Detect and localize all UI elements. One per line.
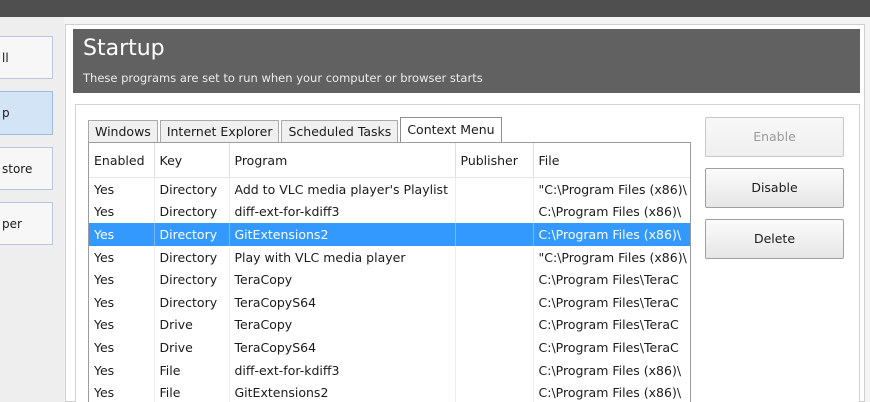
sidebar-item-4[interactable]: per bbox=[0, 202, 53, 245]
cell-file: "C:\Program Files (x86)\ bbox=[533, 177, 690, 201]
cell-publisher bbox=[455, 381, 534, 402]
tab-context-menu[interactable]: Context Menu bbox=[400, 117, 502, 143]
page-header: Startup These programs are set to run wh… bbox=[73, 29, 860, 93]
column-header-file[interactable]: File bbox=[533, 143, 690, 178]
tab-windows[interactable]: Windows bbox=[88, 120, 158, 142]
cell-enabled: Yes bbox=[89, 223, 155, 246]
cell-publisher bbox=[455, 177, 534, 201]
tab-internet-explorer[interactable]: Internet Explorer bbox=[159, 120, 280, 142]
disable-button[interactable]: Disable bbox=[705, 168, 844, 208]
cell-publisher bbox=[455, 200, 534, 224]
cell-program: TeraCopyS64 bbox=[229, 290, 456, 314]
sidebar-item-label: per bbox=[2, 216, 22, 231]
cell-key: File bbox=[154, 381, 230, 402]
cell-key: Directory bbox=[154, 177, 230, 201]
cell-file: C:\Program Files (x86)\ bbox=[533, 358, 690, 382]
cell-publisher bbox=[455, 223, 534, 246]
cell-publisher bbox=[455, 313, 534, 337]
table-row[interactable]: Yes Directory TeraCopy C:\Program Files\Ter… bbox=[89, 268, 690, 291]
cell-program: TeraCopy bbox=[229, 268, 456, 291]
cell-enabled: Yes bbox=[89, 358, 155, 382]
cell-enabled: Yes bbox=[89, 290, 155, 314]
cell-enabled: Yes bbox=[89, 336, 155, 359]
delete-button[interactable]: Delete bbox=[705, 219, 844, 259]
cell-program: GitExtensions2 bbox=[229, 381, 456, 402]
cell-enabled: Yes bbox=[89, 245, 155, 269]
sidebar-item-label: p bbox=[2, 106, 10, 120]
context-menu-table[interactable]: Enabled Key Program Publisher File Yes Di… bbox=[88, 142, 691, 402]
cell-publisher bbox=[455, 268, 534, 291]
table-header-row: Enabled Key Program Publisher File bbox=[89, 143, 690, 178]
enable-button[interactable]: Enable bbox=[705, 117, 844, 157]
column-header-publisher[interactable]: Publisher bbox=[455, 143, 534, 178]
cell-program: diff-ext-for-kdiff3 bbox=[229, 200, 456, 224]
cell-enabled: Yes bbox=[89, 268, 155, 291]
cell-file: C:\Program Files (x86)\ bbox=[533, 381, 690, 402]
cell-publisher bbox=[455, 336, 534, 359]
cell-enabled: Yes bbox=[89, 200, 155, 224]
sidebar-item-startup[interactable]: p bbox=[0, 91, 53, 135]
cell-file: C:\Program Files\TeraC bbox=[533, 336, 690, 359]
table-row[interactable]: Yes Directory Play with VLC media player "C… bbox=[89, 245, 690, 269]
page-title: Startup bbox=[83, 36, 165, 61]
tab-strip: Windows Internet Explorer Scheduled Task… bbox=[88, 116, 504, 143]
window-title-bar bbox=[0, 0, 870, 17]
cell-file: "C:\Program Files (x86)\ bbox=[533, 245, 690, 269]
sidebar-item-3[interactable]: store bbox=[0, 147, 53, 190]
table-row[interactable]: Yes Drive TeraCopy C:\Program Files\TeraC bbox=[89, 313, 690, 337]
cell-key: Directory bbox=[154, 245, 230, 269]
table-row[interactable]: Yes File GitExtensions2 C:\Program Files (x… bbox=[89, 381, 690, 402]
cell-file: C:\Program Files (x86)\ bbox=[533, 200, 690, 224]
sidebar-item-1[interactable]: ll bbox=[0, 36, 53, 79]
cell-enabled: Yes bbox=[89, 177, 155, 201]
cell-publisher bbox=[455, 290, 534, 314]
tab-scheduled-tasks[interactable]: Scheduled Tasks bbox=[281, 120, 399, 142]
cell-publisher bbox=[455, 358, 534, 382]
table-row[interactable]: Yes Directory diff-ext-for-kdiff3 C:\Progra… bbox=[89, 200, 690, 224]
table-row[interactable]: Yes File diff-ext-for-kdiff3 C:\Program Fil… bbox=[89, 358, 690, 382]
table-row[interactable]: Yes Directory Add to VLC media player's Pl… bbox=[89, 177, 690, 201]
cell-program: Play with VLC media player bbox=[229, 245, 456, 269]
cell-program: TeraCopy bbox=[229, 313, 456, 337]
cell-program: Add to VLC media player's Playlist bbox=[229, 177, 456, 201]
cell-key: Drive bbox=[154, 313, 230, 337]
cell-program: TeraCopyS64 bbox=[229, 336, 456, 359]
table-row[interactable]: Yes Directory GitExtensions2 C:\Program Fil… bbox=[89, 223, 690, 246]
cell-enabled: Yes bbox=[89, 313, 155, 337]
cell-key: Drive bbox=[154, 336, 230, 359]
cell-file: C:\Program Files\TeraC bbox=[533, 290, 690, 314]
cell-key: Directory bbox=[154, 290, 230, 314]
column-header-key[interactable]: Key bbox=[154, 143, 230, 178]
table-row[interactable]: Yes Drive TeraCopyS64 C:\Program Files\Tera… bbox=[89, 336, 690, 359]
cell-key: Directory bbox=[154, 223, 230, 246]
cell-key: Directory bbox=[154, 268, 230, 291]
cell-file: C:\Program Files\TeraC bbox=[533, 313, 690, 337]
cell-enabled: Yes bbox=[89, 381, 155, 402]
page-subtitle: These programs are set to run when your … bbox=[83, 71, 483, 85]
cell-program: diff-ext-for-kdiff3 bbox=[229, 358, 456, 382]
sidebar-item-label: store bbox=[2, 161, 33, 176]
cell-key: File bbox=[154, 358, 230, 382]
cell-file: C:\Program Files\TeraC bbox=[533, 268, 690, 291]
table-row[interactable]: Yes Directory TeraCopyS64 C:\Program Files\… bbox=[89, 290, 690, 314]
cell-program: GitExtensions2 bbox=[229, 223, 456, 246]
cell-publisher bbox=[455, 245, 534, 269]
cell-file: C:\Program Files (x86)\ bbox=[533, 223, 690, 246]
cell-key: Directory bbox=[154, 200, 230, 224]
sidebar-item-label: ll bbox=[2, 50, 9, 65]
column-header-enabled[interactable]: Enabled bbox=[89, 143, 155, 178]
column-header-program[interactable]: Program bbox=[229, 143, 456, 178]
